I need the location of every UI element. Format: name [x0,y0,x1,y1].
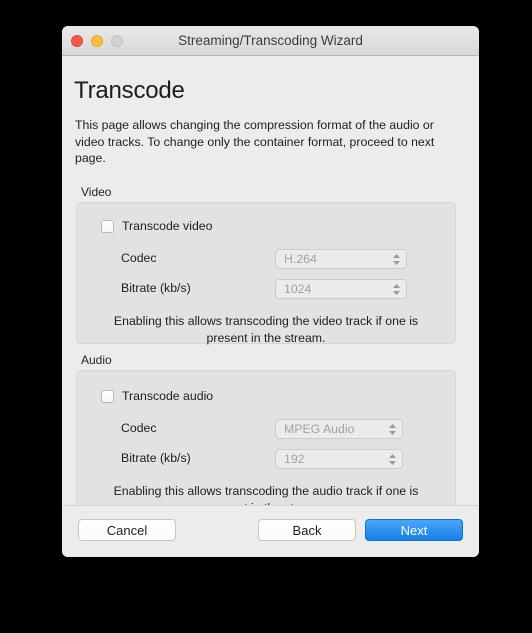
audio-bitrate-value: 192 [284,452,305,466]
audio-codec-row: Codec MPEG Audio [101,419,431,439]
transcode-audio-label: Transcode audio [122,389,214,403]
audio-group-box: Transcode audio Codec MPEG Audio Bitrate… [76,370,456,516]
video-bitrate-select[interactable]: 1024 [275,279,407,299]
video-bitrate-label: Bitrate (kb/s) [121,281,191,295]
transcode-audio-checkbox-row[interactable]: Transcode audio [101,389,213,403]
chevron-updown-icon[interactable] [388,453,397,466]
chevron-updown-icon[interactable] [392,283,401,296]
video-codec-select[interactable]: H.264 [275,249,407,269]
video-codec-label: Codec [121,251,157,265]
cancel-button[interactable]: Cancel [78,519,176,541]
audio-bitrate-select[interactable]: 192 [275,449,403,469]
video-group-box: Transcode video Codec H.264 Bitrate (kb/… [76,202,456,345]
next-button[interactable]: Next [365,519,463,541]
video-bitrate-value: 1024 [284,282,312,296]
audio-bitrate-row: Bitrate (kb/s) 192 [101,449,431,469]
page-description: This page allows changing the compressio… [75,118,435,165]
video-group-label: Video [81,185,112,199]
window-title: Streaming/Transcoding Wizard [178,33,363,48]
audio-group-label: Audio [81,353,112,367]
checkbox-icon[interactable] [101,389,114,403]
audio-codec-value: MPEG Audio [284,422,355,436]
title-bar[interactable]: Streaming/Transcoding Wizard [62,26,479,56]
transcode-video-label: Transcode video [122,219,213,233]
video-codec-row: Codec H.264 [101,249,431,269]
button-bar: Cancel Back Next [62,505,479,557]
chevron-updown-icon[interactable] [392,253,401,266]
audio-codec-label: Codec [121,421,157,435]
back-button[interactable]: Back [258,519,356,541]
video-codec-value: H.264 [284,252,317,266]
page-title: Transcode [74,77,185,104]
transcode-video-checkbox-row[interactable]: Transcode video [101,219,212,233]
video-bitrate-row: Bitrate (kb/s) 1024 [101,279,431,299]
audio-codec-select[interactable]: MPEG Audio [275,419,403,439]
video-hint-text: Enabling this allows transcoding the vid… [113,314,419,345]
chevron-updown-icon[interactable] [388,423,397,436]
checkbox-icon[interactable] [101,219,114,233]
wizard-window: Streaming/Transcoding Wizard Transcode T… [62,26,479,557]
audio-bitrate-label: Bitrate (kb/s) [121,451,191,465]
wizard-content: Transcode This page allows changing the … [62,56,479,516]
